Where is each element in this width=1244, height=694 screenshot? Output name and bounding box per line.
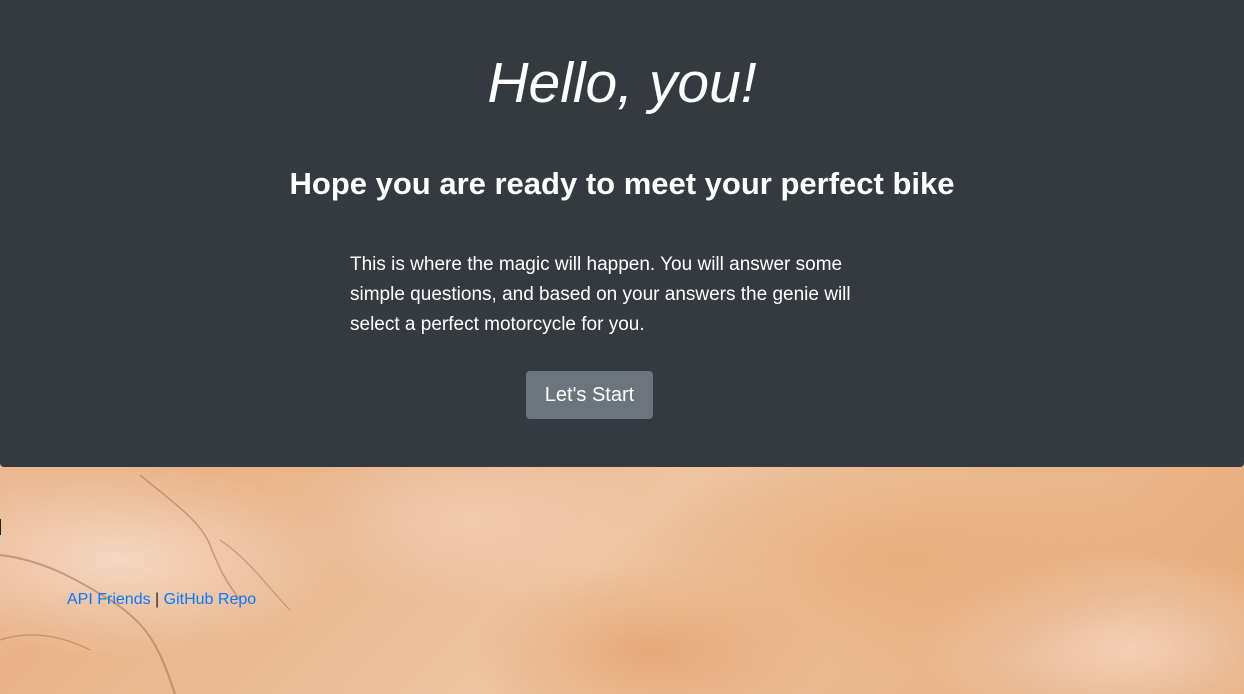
footer-links: API Friends | GitHub Repo xyxy=(67,589,256,611)
github-repo-link[interactable]: GitHub Repo xyxy=(164,591,257,608)
footer-separator: | xyxy=(155,591,160,608)
text-cursor xyxy=(0,519,1,535)
api-friends-link[interactable]: API Friends xyxy=(67,591,151,608)
